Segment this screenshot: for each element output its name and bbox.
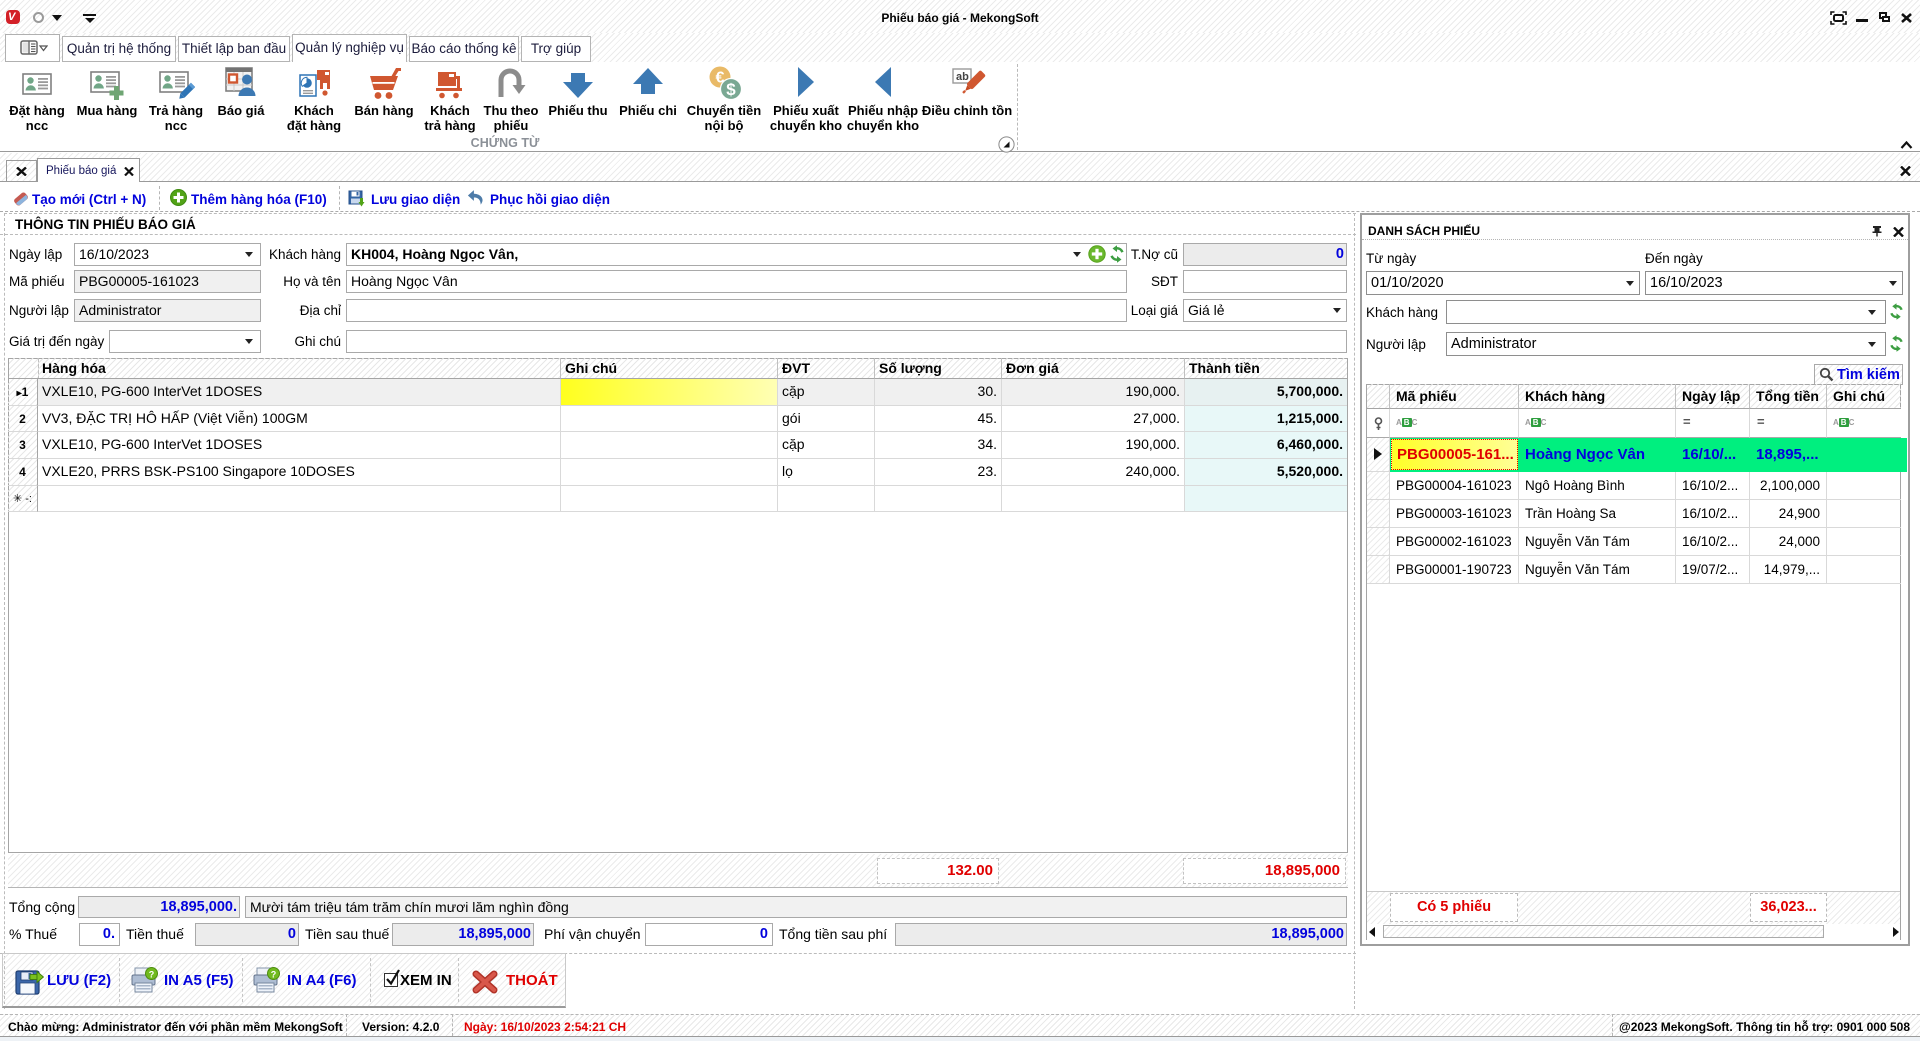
svg-text:$: $ [726, 80, 736, 99]
svg-text:?: ? [149, 970, 155, 980]
svg-text:ab: ab [956, 71, 969, 83]
svg-text:?: ? [271, 970, 277, 980]
